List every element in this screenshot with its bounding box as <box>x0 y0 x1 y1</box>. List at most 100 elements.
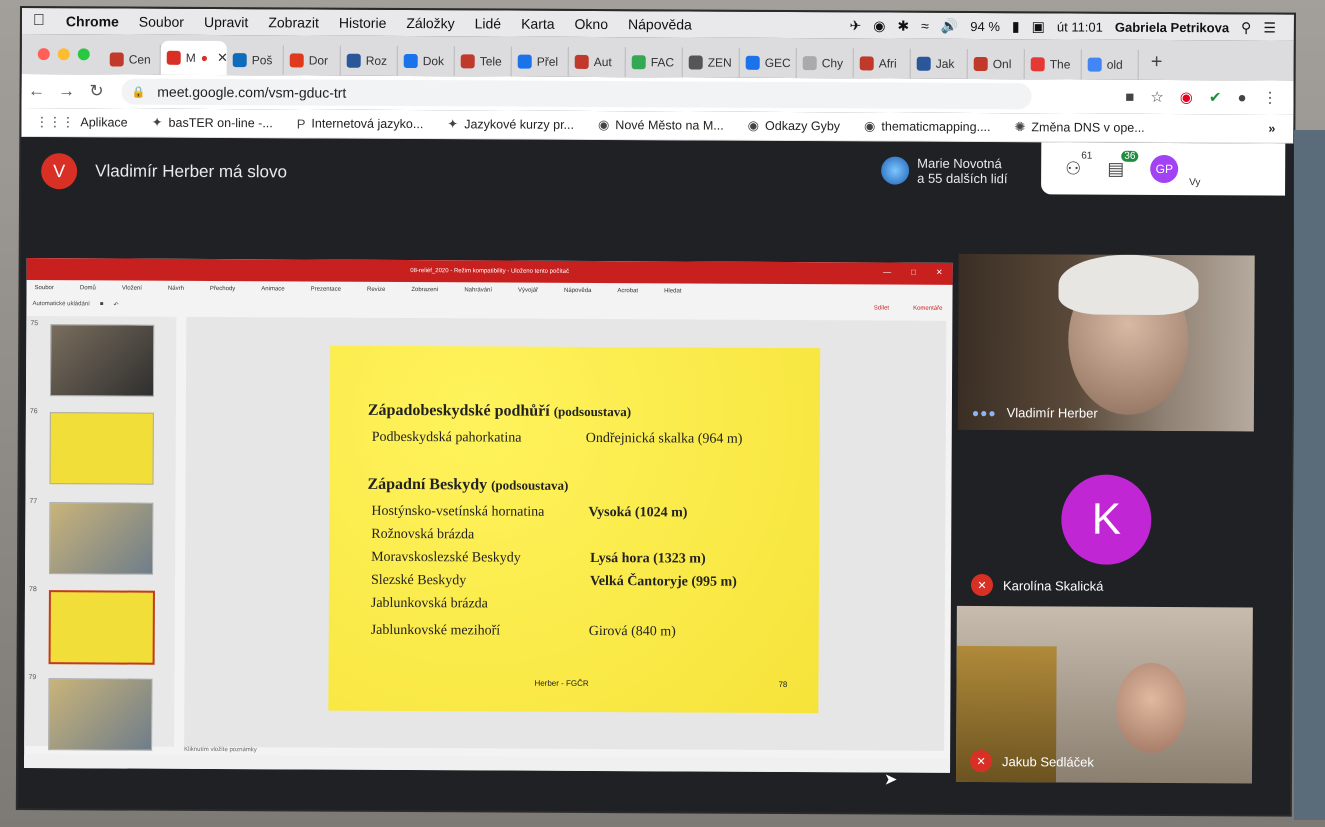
tab-7[interactable]: Přel <box>511 46 569 77</box>
tab-12[interactable]: Chy <box>796 48 854 79</box>
tab-label: Cen <box>128 52 151 67</box>
bookmark-2[interactable]: P Internetová jazyko... <box>297 116 424 132</box>
tab-favicon-icon <box>688 55 703 70</box>
pinterest-extension-icon[interactable]: ◉ <box>1180 88 1193 106</box>
battery-icon[interactable]: ▮ <box>1012 18 1020 35</box>
tab-label: M <box>185 50 196 65</box>
slide-row-name: Jablunkovská brázda <box>370 595 488 612</box>
tab-14[interactable]: Jak <box>910 48 968 79</box>
minimize-window-icon[interactable] <box>57 48 70 61</box>
tab-1[interactable]: M ● ✕ <box>160 40 227 76</box>
bookmark-icon: ✦ <box>447 116 459 132</box>
slide-row-value: Vysoká (1024 m) <box>588 504 688 521</box>
menu-item-tab[interactable]: Karta <box>511 16 565 32</box>
tab-8[interactable]: Aut <box>568 46 626 78</box>
bookmark-5[interactable]: ◉ Odkazy Gyby <box>748 118 840 134</box>
tab-label: Dok <box>422 54 445 69</box>
close-window-icon[interactable] <box>37 48 50 61</box>
tab-0[interactable]: Cen <box>103 44 161 75</box>
zoom-window-icon[interactable] <box>77 48 90 61</box>
presenter-avatar-icon <box>881 156 910 185</box>
bookmark-7[interactable]: ✺ Změna DNS v ope... <box>1014 119 1144 136</box>
bookmark-star-icon[interactable]: ☆ <box>1150 88 1164 106</box>
ppt-ribbon-tab: Soubor <box>34 285 54 292</box>
url-input[interactable] <box>155 82 760 104</box>
back-arrow-icon[interactable]: ← <box>22 81 52 101</box>
address-bar[interactable]: 🔒 <box>121 78 1032 110</box>
bookmarks-overflow-icon[interactable]: » <box>1268 122 1293 136</box>
slide-row-value: Ondřejnická skalka (964 m) <box>585 430 743 447</box>
tab-16[interactable]: The <box>1024 49 1082 80</box>
bookmark-6[interactable]: ◉ thematicmapping.... <box>864 118 991 135</box>
bookmark-0[interactable]: ⋮⋮⋮ Aplikace <box>35 114 127 130</box>
airdrop-icon[interactable]: ◉ <box>873 17 885 34</box>
menu-item-file[interactable]: Soubor <box>129 14 194 30</box>
chat-button[interactable]: ▤ 36 <box>1107 150 1139 179</box>
clock[interactable]: út 11:01 <box>1057 19 1103 34</box>
slide-thumb-78 <box>48 590 155 665</box>
apple-icon[interactable]:  <box>22 12 56 30</box>
presenting-name: Marie Novotná <box>917 155 1002 172</box>
ppt-ribbon-tab: Zobrazení <box>411 287 439 294</box>
menu-item-help[interactable]: Nápověda <box>618 16 702 32</box>
heading2-sub: (podsoustava) <box>491 477 569 493</box>
extension-icon[interactable]: ✔ <box>1209 88 1222 106</box>
lock-icon[interactable]: 🔒 <box>132 85 146 98</box>
tab-3[interactable]: Dor <box>283 45 341 76</box>
menu-item-window[interactable]: Okno <box>565 16 619 32</box>
tab-4[interactable]: Roz <box>340 45 398 76</box>
user-name[interactable]: Gabriela Petrikova <box>1115 19 1229 35</box>
app-status-icon[interactable]: ✈ <box>849 17 861 34</box>
ppt-statusbar <box>24 754 953 773</box>
share-label: Sdílet <box>873 305 890 312</box>
tab-9[interactable]: FAC <box>625 47 683 78</box>
slide-row-value: Girová (840 m) <box>588 623 676 640</box>
bluetooth-icon[interactable]: ✱ <box>897 17 909 34</box>
save-icon: ■ <box>99 301 104 308</box>
menu-item-view[interactable]: Zobrazit <box>258 14 329 30</box>
people-button[interactable]: ⚇ 61 <box>1065 150 1092 179</box>
heading1-text: Západobeskydské podhůří <box>367 401 550 420</box>
tab-2[interactable]: Poš <box>226 45 284 76</box>
battery-percent[interactable]: 94 % <box>970 18 1000 33</box>
more-menu-icon[interactable]: ⋮ <box>1263 88 1278 106</box>
mic-off-icon: ✕ <box>970 573 994 597</box>
volume-icon[interactable]: 🔊 <box>941 17 959 34</box>
tab-favicon-icon <box>289 53 304 68</box>
menu-item-edit[interactable]: Upravit <box>194 14 258 30</box>
bookmark-4[interactable]: ◉ Nové Město na M... <box>598 117 724 134</box>
spotlight-search-icon[interactable]: ⚲ <box>1241 19 1251 36</box>
profile-icon[interactable]: ● <box>1237 89 1246 106</box>
menu-app-name[interactable]: Chrome <box>56 13 129 29</box>
participant-tile[interactable]: ●●● Vladimír Herber <box>957 253 1255 432</box>
bookmark-3[interactable]: ✦ Jazykové kurzy pr... <box>447 116 574 133</box>
tab-10[interactable]: ZEN <box>682 47 740 78</box>
slide-row-value: Velká Čantoryje (995 m) <box>589 573 737 590</box>
reload-icon[interactable]: ↻ <box>82 81 112 101</box>
participant-tile[interactable]: ✕ Jakub Sedláček <box>955 605 1253 784</box>
tab-15[interactable]: Onl <box>967 48 1025 80</box>
bookmark-label: basTER on-line -... <box>168 115 273 131</box>
menu-item-history[interactable]: Historie <box>329 15 397 31</box>
slide-row-name: Jablunkovské mezihoří <box>370 622 501 639</box>
tab-5[interactable]: Dok <box>397 45 455 77</box>
tab-13[interactable]: Afri <box>853 48 911 79</box>
new-tab-button[interactable]: + <box>1139 51 1175 80</box>
self-avatar[interactable]: GP <box>1150 154 1179 184</box>
tab-6[interactable]: Tele <box>454 46 512 77</box>
menu-item-people[interactable]: Lidé <box>465 15 512 31</box>
forward-arrow-icon[interactable]: → <box>52 81 82 101</box>
notification-center-icon[interactable]: ☰ <box>1263 19 1276 36</box>
tab-label: Onl <box>992 57 1012 72</box>
presenting-others: a 55 dalších lidí <box>917 170 1008 187</box>
bookmark-1[interactable]: ✦ basTER on-line -... <box>152 115 273 132</box>
people-icon: ⚇ <box>1065 157 1082 179</box>
camera-icon[interactable]: ■ <box>1125 88 1134 105</box>
display-icon[interactable]: ▣ <box>1032 18 1045 35</box>
menu-item-bookmarks[interactable]: Záložky <box>396 15 464 31</box>
tab-17[interactable]: old <box>1081 49 1139 80</box>
wifi-icon[interactable]: ≈ <box>921 18 929 34</box>
participant-tile[interactable]: K ✕ Karolína Skalická <box>956 429 1254 608</box>
tab-11[interactable]: GEC <box>739 47 797 79</box>
tab-close-icon[interactable]: ✕ <box>217 50 227 66</box>
